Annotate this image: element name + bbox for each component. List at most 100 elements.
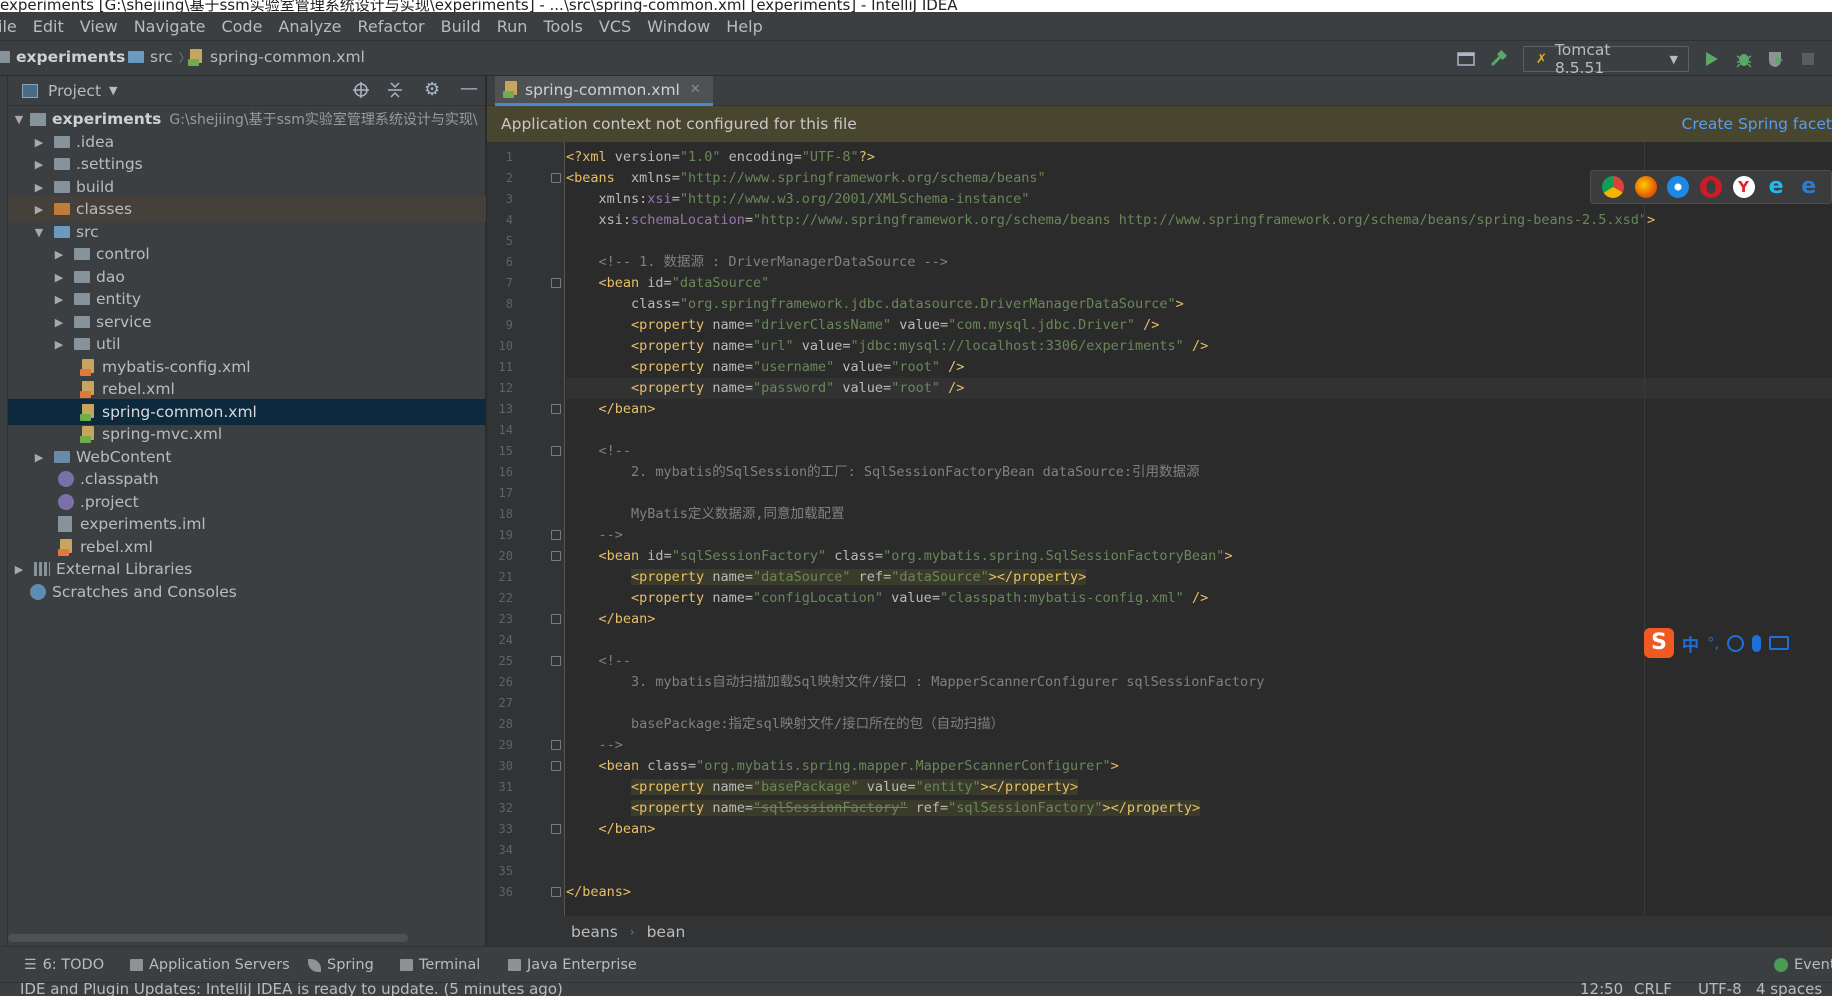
edge-icon[interactable]: e [1798,176,1820,198]
indent-setting[interactable]: 4 spaces [1756,983,1822,996]
terminal-window-icon[interactable] [1454,47,1478,71]
horizontal-scrollbar[interactable] [8,934,408,942]
code-line[interactable]: <!-- [566,441,1832,462]
fold-marker-icon[interactable] [551,551,561,561]
code-line[interactable]: --> [566,525,1832,546]
code-editor[interactable]: <?xml version="1.0" encoding="UTF-8"?> <b… [566,142,1832,916]
tree-item-scratches[interactable]: Scratches and Consoles [8,579,486,605]
menu-help[interactable]: Help [718,17,770,36]
code-line[interactable]: <property name="driverClassName" value="… [566,315,1832,336]
code-line[interactable]: 3. mybatis自动扫描加载Sql映射文件/接口 : MapperScann… [566,672,1832,693]
chrome-icon[interactable] [1602,176,1625,198]
safari-icon[interactable] [1667,176,1690,198]
code-line[interactable]: <property name="dataSource" ref="dataSou… [566,567,1832,588]
fold-marker-icon[interactable] [551,173,561,183]
line-separator[interactable]: CRLF [1634,983,1672,996]
yandex-icon[interactable]: Y [1732,176,1755,198]
fold-marker-icon[interactable] [551,404,561,414]
run-configuration-select[interactable]: ✗ Tomcat 8.5.51 ▼ [1523,41,1689,77]
gear-icon[interactable]: ⚙ [424,79,440,100]
code-line[interactable]: </beans> [566,882,1832,903]
fold-marker-icon[interactable] [551,530,561,540]
microphone-icon[interactable] [1752,634,1762,652]
locate-target-icon[interactable] [352,81,370,103]
run-with-coverage-icon[interactable] [1764,47,1788,71]
code-line[interactable] [566,231,1832,252]
code-line[interactable] [566,483,1832,504]
punctuation-icon[interactable]: °, [1707,634,1719,652]
code-line[interactable]: <bean id="dataSource" [566,273,1832,294]
code-line[interactable]: </bean> [566,819,1832,840]
menu-run[interactable]: Run [489,17,536,36]
code-line[interactable]: class="org.springframework.jdbc.datasour… [566,294,1832,315]
code-line[interactable]: <bean id="sqlSessionFactory" class="org.… [566,546,1832,567]
java-enterprise-tool-button[interactable]: Java Enterprise [508,957,637,973]
code-line[interactable]: <property name="url" value="jdbc:mysql:/… [566,336,1832,357]
code-line[interactable]: <?xml version="1.0" encoding="UTF-8"?> [566,147,1832,168]
file-encoding[interactable]: UTF-8 [1698,983,1742,996]
menu-window[interactable]: Window [639,17,718,36]
sogou-logo-icon[interactable]: S [1644,628,1674,658]
code-line[interactable]: <property name="username" value="root" /… [566,357,1832,378]
emoji-icon[interactable] [1727,634,1745,652]
terminal-tool-button[interactable]: Terminal [400,957,480,973]
menu-edit[interactable]: Edit [25,17,72,36]
debug-bug-icon[interactable] [1732,47,1756,71]
code-line[interactable]: xsi:schemaLocation="http://www.springfra… [566,210,1832,231]
nav-crumb-project[interactable]: experiments 〉 [0,48,143,66]
internet-explorer-icon[interactable]: e [1765,176,1787,198]
nav-crumb-file[interactable]: spring-common.xml [188,48,365,66]
spring-tool-button[interactable]: Spring [308,957,374,973]
run-icon[interactable] [1700,47,1724,71]
code-line[interactable] [566,861,1832,882]
opera-icon[interactable] [1699,176,1722,198]
breadcrumb-bean[interactable]: bean [647,923,686,941]
code-line[interactable]: 2. mybatis的SqlSession的工厂: SqlSessionFact… [566,462,1832,483]
menu-code[interactable]: Code [213,17,270,36]
stop-icon[interactable] [1796,47,1820,71]
menu-view[interactable]: View [72,17,126,36]
ime-mode-label[interactable]: 中 [1682,631,1699,656]
fold-marker-icon[interactable] [551,740,561,750]
application-servers-tool-button[interactable]: Application Servers [130,957,290,973]
fold-marker-icon[interactable] [551,887,561,897]
close-icon[interactable]: ✕ [690,82,701,97]
menu-tools[interactable]: Tools [535,17,590,36]
project-view-select[interactable]: Project ▼ [48,82,118,100]
hide-panel-icon[interactable]: — [460,78,478,99]
code-line[interactable]: <property name="basePackage" value="enti… [566,777,1832,798]
code-line[interactable]: MyBatis定义数据源,同意加载配置 [566,504,1832,525]
code-line[interactable]: <bean class="org.mybatis.spring.mapper.M… [566,756,1832,777]
code-line[interactable]: basePackage:指定sql映射文件/接口所在的包（自动扫描） [566,714,1832,735]
code-line[interactable] [566,420,1832,441]
status-message[interactable]: IDE and Plugin Updates: IntelliJ IDEA is… [20,983,563,996]
fold-marker-icon[interactable] [551,614,561,624]
menu-navigate[interactable]: Navigate [126,17,214,36]
caret-position[interactable]: 12:50 [1580,983,1623,996]
code-line[interactable]: </bean> [566,609,1832,630]
nav-crumb-src[interactable]: src 〉 [128,48,191,66]
menu-build[interactable]: Build [433,17,489,36]
code-line[interactable] [566,693,1832,714]
create-spring-facet-link[interactable]: Create Spring facet [1682,115,1832,133]
fold-marker-icon[interactable] [551,656,561,666]
build-hammer-icon[interactable] [1486,47,1510,71]
menu-vcs[interactable]: VCS [591,17,639,36]
code-line[interactable] [566,630,1832,651]
code-line[interactable]: <property name="configLocation" value="c… [566,588,1832,609]
code-line[interactable]: <property name="password" value="root" /… [566,378,1832,399]
todo-tool-button[interactable]: ☰ 6: TODO [24,957,104,973]
keyboard-icon[interactable] [1769,636,1790,650]
editor-tab-spring-common[interactable]: spring-common.xml ✕ [495,76,713,106]
code-line[interactable]: <!-- [566,651,1832,672]
code-line[interactable]: --> [566,735,1832,756]
code-line[interactable]: <property name="sqlSessionFactory" ref="… [566,798,1832,819]
event-log-tool-button[interactable]: Event [1774,957,1832,973]
collapse-all-icon[interactable] [386,81,404,103]
fold-marker-icon[interactable] [551,824,561,834]
menu-file[interactable]: ile [0,17,25,36]
firefox-icon[interactable] [1634,176,1657,198]
menu-refactor[interactable]: Refactor [349,17,432,36]
fold-marker-icon[interactable] [551,761,561,771]
fold-marker-icon[interactable] [551,278,561,288]
